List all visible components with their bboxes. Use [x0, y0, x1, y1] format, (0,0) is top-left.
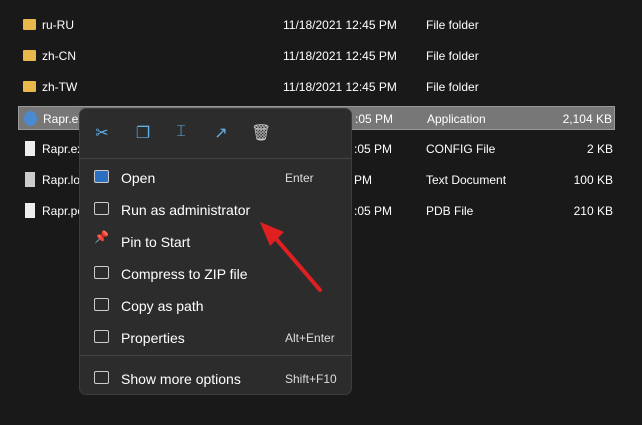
red-arrow-annotation [260, 222, 322, 292]
